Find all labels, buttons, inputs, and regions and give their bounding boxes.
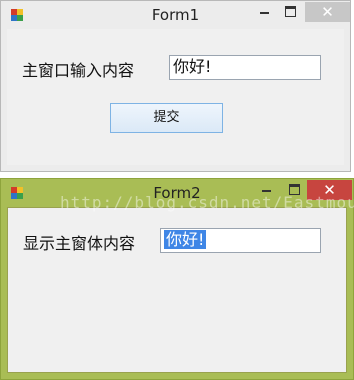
form2-client-area: 显示主窗体内容 你好! xyxy=(7,207,347,373)
close-icon[interactable]: ✕ xyxy=(305,2,350,22)
minimize-icon[interactable] xyxy=(251,2,279,22)
form2-label: 显示主窗体内容 xyxy=(23,234,136,253)
form1-titlebar[interactable]: Form1 ✕ xyxy=(1,1,350,29)
selected-text: 你好! xyxy=(164,230,207,249)
maximize-icon[interactable] xyxy=(277,2,305,22)
form1-window: Form1 ✕ 主窗口输入内容 你好! 提交 xyxy=(0,0,351,172)
form1-label: 主窗口输入内容 xyxy=(22,61,135,80)
form1-client-area: 主窗口输入内容 你好! 提交 xyxy=(7,29,344,165)
form2-textbox[interactable]: 你好! xyxy=(160,228,321,253)
submit-button[interactable]: 提交 xyxy=(110,103,223,133)
form1-input[interactable]: 你好! xyxy=(169,55,321,80)
watermark: http://blog.csdn.net/Eastmount xyxy=(60,193,354,212)
